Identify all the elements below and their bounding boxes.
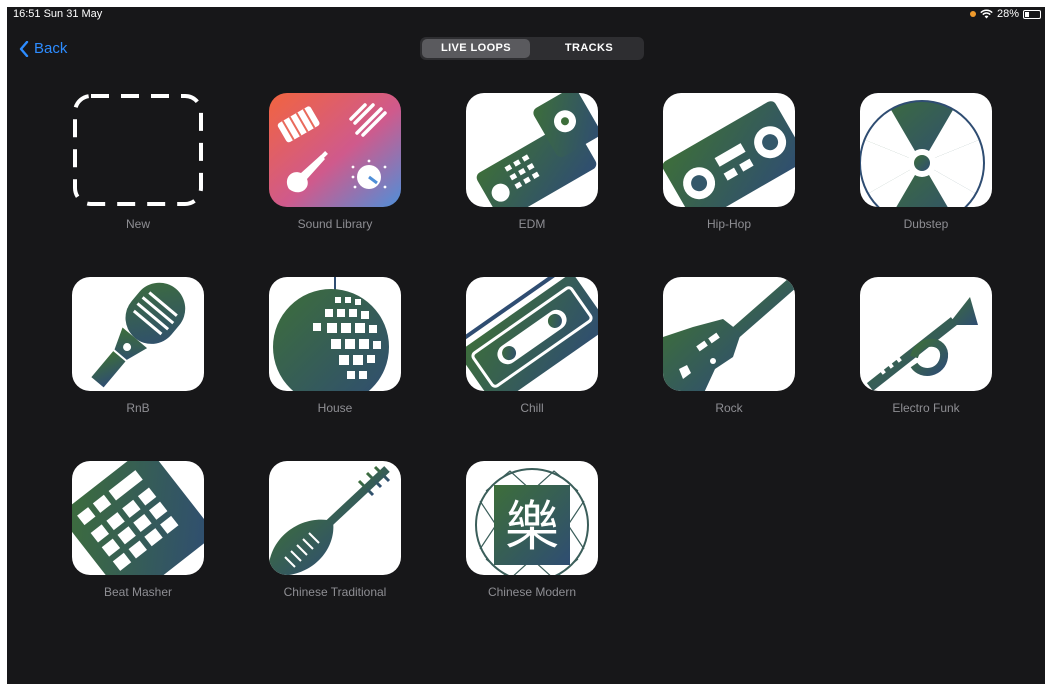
chinese-glyph: 樂 (505, 495, 559, 558)
view-segmented-control: LIVE LOOPS TRACKS (420, 37, 644, 60)
template-label: New (125, 217, 150, 231)
template-label: Dubstep (903, 217, 949, 231)
dashed-plus-placeholder-icon (72, 93, 204, 207)
tab-tracks[interactable]: TRACKS (536, 39, 642, 58)
edm-controller-icon (466, 93, 598, 207)
back-button[interactable]: Back (19, 40, 67, 57)
template-label: Chill (520, 401, 544, 415)
microphone-icon (72, 277, 204, 391)
battery-percent: 28% (996, 8, 1019, 20)
speaker-hazard-icon (860, 93, 992, 207)
status-bar: 16:51 Sun 31 May 28% (7, 7, 1045, 23)
pipa-icon (269, 461, 401, 575)
template-label: Chinese Traditional (283, 585, 387, 599)
disco-ball-icon (269, 277, 401, 391)
template-house[interactable]: House (269, 277, 401, 417)
template-rock[interactable]: Rock (663, 277, 795, 417)
template-rnb[interactable]: RnB (72, 277, 204, 417)
template-chill[interactable]: Chill (466, 277, 598, 417)
status-right: 28% (969, 8, 1041, 20)
template-label: Rock (715, 401, 743, 415)
drum-pad-icon (72, 461, 204, 575)
template-label: House (317, 401, 353, 415)
cassette-icon (466, 277, 598, 391)
recording-dot-icon (969, 11, 976, 17)
sound-library-icon (269, 93, 401, 207)
chinese-character-icon: 樂 (466, 461, 598, 575)
screen: 16:51 Sun 31 May 28% Back LIVE LOOPS TRA… (7, 7, 1045, 684)
template-dubstep[interactable]: Dubstep (860, 93, 992, 233)
trumpet-icon (860, 277, 992, 391)
wifi-icon (980, 9, 993, 19)
template-chinese-traditional[interactable]: Chinese Traditional (269, 461, 401, 601)
template-label: Beat Masher (103, 585, 173, 599)
boombox-icon (663, 93, 795, 207)
template-edm[interactable]: EDM (466, 93, 598, 233)
tab-live-loops[interactable]: LIVE LOOPS (422, 39, 530, 58)
template-electro-funk[interactable]: Electro Funk (860, 277, 992, 417)
battery-icon (1023, 9, 1041, 19)
template-beat-masher[interactable]: Beat Masher (72, 461, 204, 601)
back-label: Back (34, 40, 68, 57)
template-sound-library[interactable]: Sound Library (269, 93, 401, 233)
template-label: EDM (518, 217, 546, 231)
template-label: Electro Funk (892, 401, 960, 415)
electric-guitar-icon (663, 277, 795, 391)
template-hip-hop[interactable]: Hip-Hop (663, 93, 795, 233)
template-label: Hip-Hop (706, 217, 751, 231)
status-time: 16:51 Sun 31 May (13, 8, 103, 20)
template-label: Chinese Modern (487, 585, 577, 599)
template-new[interactable]: New (72, 93, 204, 233)
template-label: RnB (126, 401, 150, 415)
template-label: Sound Library (297, 217, 373, 231)
template-chinese-modern[interactable]: 樂 Chinese Modern (466, 461, 598, 601)
chevron-left-icon (19, 40, 29, 57)
